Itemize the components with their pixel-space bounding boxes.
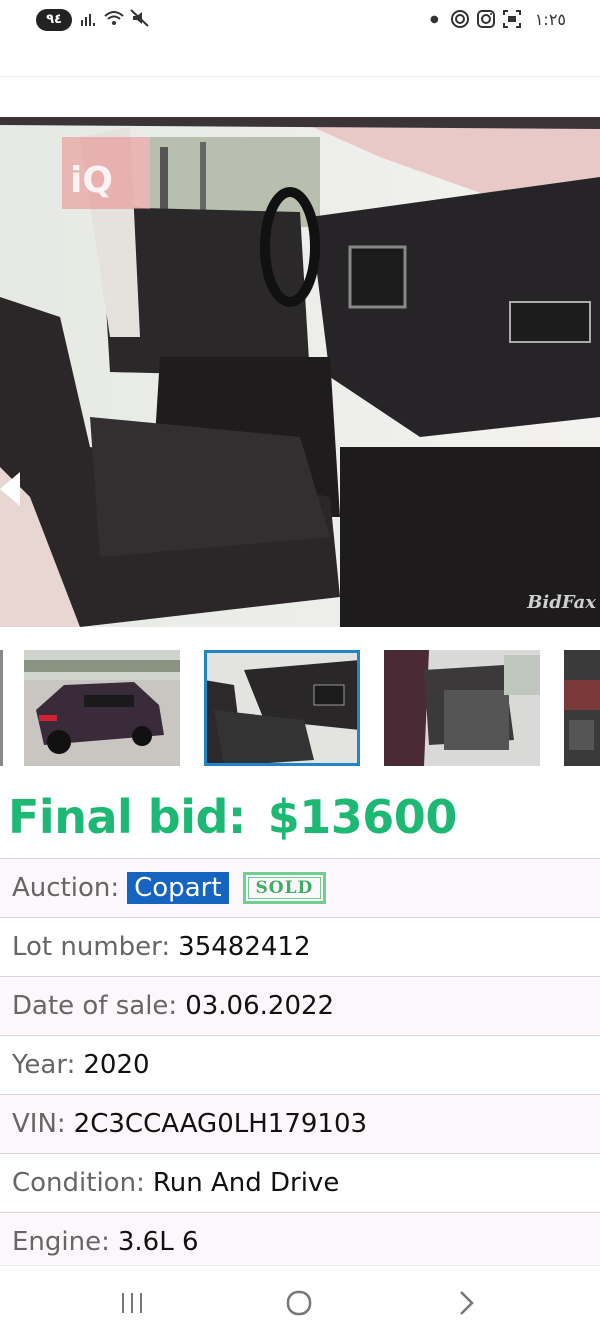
home-icon[interactable] (279, 1286, 319, 1320)
thumbnail-exterior[interactable] (24, 650, 180, 766)
thumbnail-interior-rear[interactable] (384, 650, 540, 766)
vin-row: VIN: 2C3CCAAG0LH179103 (0, 1094, 600, 1153)
status-bar: ٩٤ ● ١:٢٥ (0, 0, 600, 40)
engine-label: Engine: (12, 1227, 110, 1257)
condition-value: Run And Drive (152, 1168, 340, 1198)
back-icon[interactable] (446, 1286, 486, 1320)
auction-value[interactable]: Copart (127, 872, 229, 904)
notification-dot-icon: ● (430, 14, 439, 25)
final-bid: Final bid: $13600 (8, 790, 457, 844)
app-swirl-icon (450, 9, 470, 31)
date-value: 03.06.2022 (185, 991, 335, 1021)
final-bid-amount: $13600 (267, 790, 458, 844)
year-value: 2020 (83, 1050, 150, 1080)
sold-badge: SOLD (242, 872, 327, 904)
clock: ١:٢٥ (534, 10, 566, 29)
thumbnail-partial-left[interactable] (0, 650, 3, 766)
details-table: Auction: Copart SOLD Lot number: 3548241… (0, 858, 600, 1271)
svg-text:iQ: iQ (70, 160, 113, 201)
date-row: Date of sale: 03.06.2022 (0, 976, 600, 1035)
thumbnail-engine[interactable] (564, 650, 600, 766)
prev-photo-arrow-icon[interactable] (0, 472, 20, 506)
date-label: Date of sale: (12, 991, 178, 1021)
recent-apps-icon[interactable] (112, 1286, 152, 1320)
app-header (0, 40, 600, 77)
auction-label: Auction: (12, 873, 120, 903)
bidfax-watermark: BidFax (527, 592, 596, 613)
lot-label: Lot number: (12, 932, 171, 962)
condition-label: Condition: (12, 1168, 145, 1198)
engine-value: 3.6L 6 (117, 1227, 199, 1257)
auction-row: Auction: Copart SOLD (0, 858, 600, 917)
wifi-icon (103, 9, 125, 31)
main-photo[interactable]: iQ BidFax (0, 117, 600, 627)
screenshot-icon (502, 9, 522, 31)
signal-icon (80, 9, 98, 31)
condition-row: Condition: Run And Drive (0, 1153, 600, 1212)
final-bid-label: Final bid: (8, 790, 246, 844)
vin-value: 2C3CCAAG0LH179103 (73, 1109, 368, 1139)
thumbnail-interior-front[interactable] (204, 650, 360, 766)
battery-indicator: ٩٤ (36, 9, 72, 31)
thumbnail-strip[interactable] (0, 650, 600, 766)
instagram-icon (476, 9, 496, 31)
year-row: Year: 2020 (0, 1035, 600, 1094)
engine-row: Engine: 3.6L 6 (0, 1212, 600, 1271)
system-nav-bar (0, 1265, 600, 1340)
lot-value: 35482412 (178, 932, 311, 962)
mute-icon (130, 9, 150, 31)
lot-row: Lot number: 35482412 (0, 917, 600, 976)
year-label: Year: (12, 1050, 76, 1080)
vin-label: VIN: (12, 1109, 66, 1139)
